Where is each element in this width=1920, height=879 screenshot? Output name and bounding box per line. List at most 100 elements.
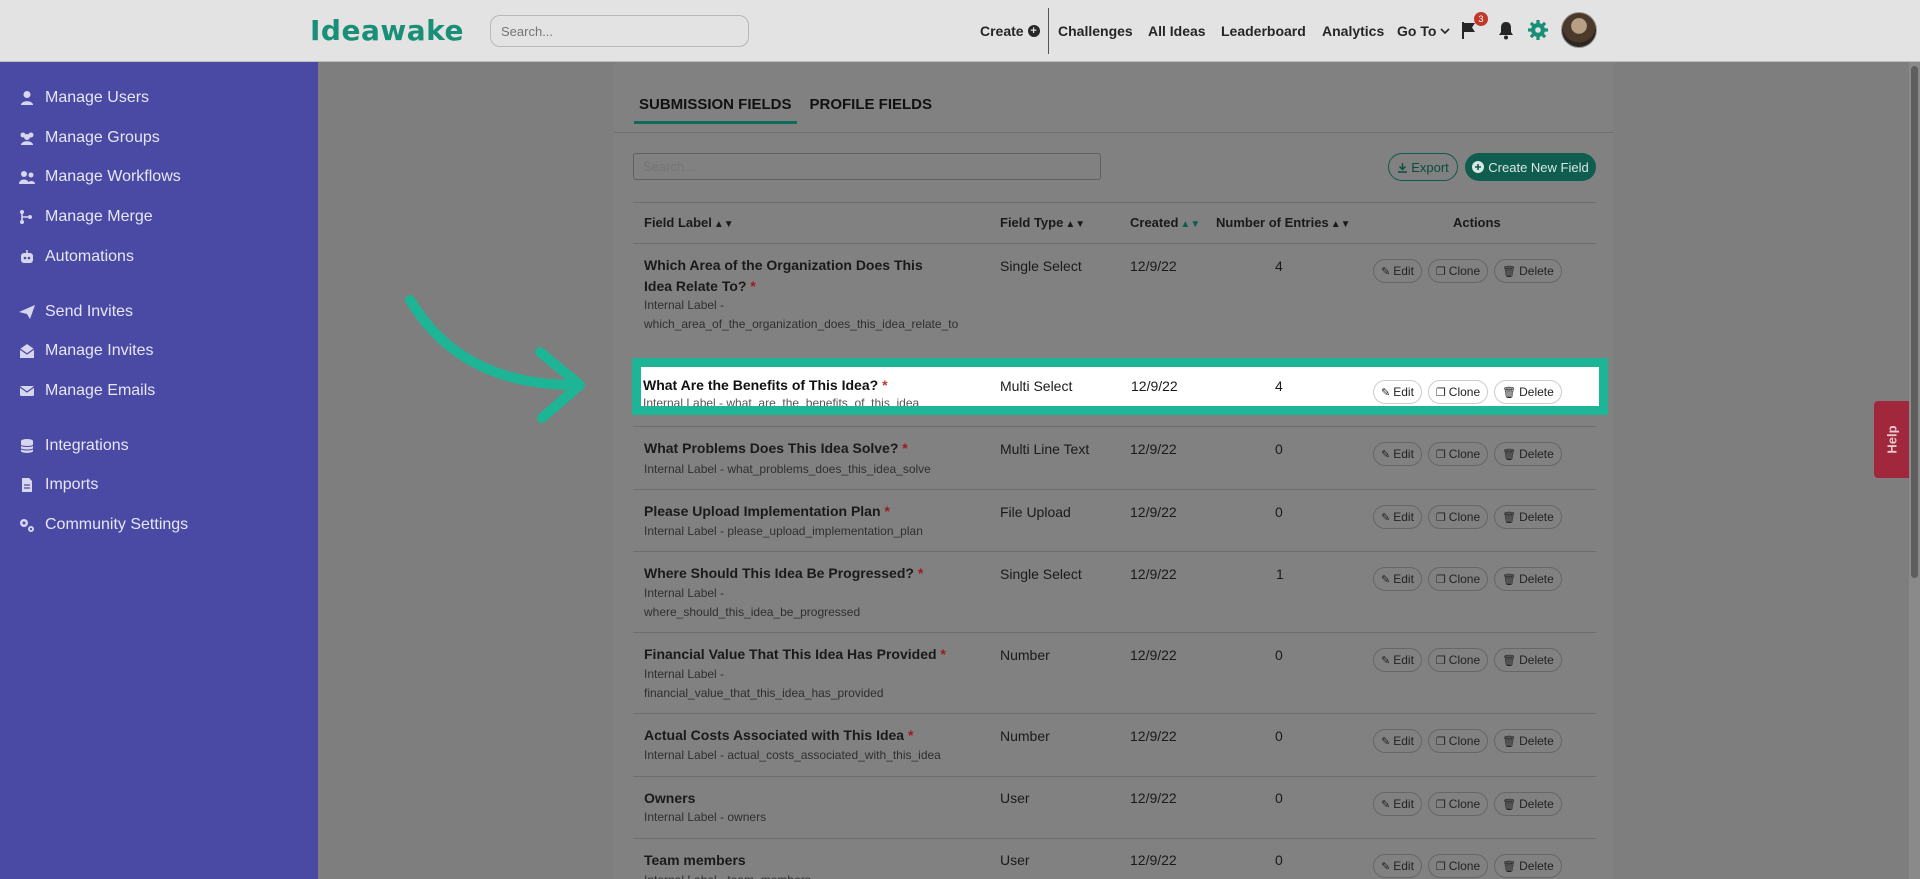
bell-icon[interactable]	[1496, 20, 1516, 40]
clone-button[interactable]: ❐ Clone	[1427, 648, 1489, 672]
sidebar-item-label: Manage Emails	[45, 382, 156, 399]
nav-go-to[interactable]: Go To	[1397, 0, 1450, 62]
edit-button[interactable]: ✎ Edit	[1373, 648, 1422, 672]
global-search-input[interactable]	[490, 15, 749, 47]
tab-submission-fields[interactable]: SUBMISSION FIELDS	[634, 88, 797, 124]
header-created[interactable]: Created ▲▼	[1130, 215, 1200, 230]
nav-all-ideas[interactable]: All Ideas	[1148, 23, 1206, 39]
help-label: Help	[1884, 425, 1900, 454]
sidebar-item-label: Manage Workflows	[45, 168, 181, 185]
sidebar-item-automations[interactable]: Automations	[18, 248, 134, 266]
nav-go-to-label: Go To	[1397, 23, 1437, 39]
download-icon	[1398, 162, 1408, 173]
header-field-label[interactable]: Field Label ▲▼	[644, 215, 734, 230]
nav-leaderboard[interactable]: Leaderboard	[1221, 23, 1306, 39]
field-type: Multi Line Text	[1000, 441, 1090, 457]
row-actions: ✎ Edit ❐ Clone 🗑 Delete	[1373, 380, 1562, 404]
field-type: Single Select	[1000, 258, 1082, 274]
edit-icon: ✎	[1381, 511, 1391, 524]
edit-button[interactable]: ✎ Edit	[1373, 259, 1422, 283]
tab-profile-fields[interactable]: PROFILE FIELDS	[805, 88, 938, 124]
copy-icon: ❐	[1435, 265, 1446, 278]
merge-icon	[20, 210, 32, 224]
sidebar-item-label: Integrations	[45, 437, 129, 454]
field-type: User	[1000, 852, 1030, 868]
help-tab[interactable]: Help	[1874, 401, 1911, 478]
create-new-field-button[interactable]: Create New Field	[1465, 153, 1596, 181]
field-created: 12/9/22	[1130, 852, 1177, 868]
edit-icon: ✎	[1381, 265, 1391, 278]
clone-button[interactable]: ❐ Clone	[1427, 854, 1489, 878]
clone-button[interactable]: ❐ Clone	[1427, 792, 1489, 816]
row-divider	[633, 426, 1596, 427]
delete-button[interactable]: 🗑 Delete	[1494, 567, 1562, 591]
delete-button[interactable]: 🗑 Delete	[1494, 442, 1562, 466]
field-created: 12/9/22	[1130, 647, 1177, 663]
row-divider	[633, 202, 1596, 203]
delete-button[interactable]: 🗑 Delete	[1494, 505, 1562, 529]
edit-button[interactable]: ✎ Edit	[1373, 729, 1422, 753]
field-title: Where Should This Idea Be Progressed? *	[644, 565, 924, 581]
scrollbar-thumb[interactable]	[1911, 66, 1918, 578]
chevron-down-icon	[1440, 28, 1450, 35]
sidebar-item-integrations[interactable]: Integrations	[18, 437, 129, 455]
field-created: 12/9/22	[1130, 790, 1177, 806]
curved-arrow-icon	[405, 295, 585, 423]
field-type: Single Select	[1000, 566, 1082, 582]
clone-button[interactable]: ❐ Clone	[1427, 729, 1489, 753]
edit-button[interactable]: ✎ Edit	[1373, 567, 1422, 591]
delete-button[interactable]: 🗑 Delete	[1494, 792, 1562, 816]
delete-button[interactable]: 🗑 Delete	[1494, 259, 1562, 283]
gear-icon[interactable]	[1527, 19, 1549, 41]
delete-button[interactable]: 🗑 Delete	[1494, 854, 1562, 878]
row-actions: ✎ Edit ❐ Clone 🗑 Delete	[1373, 854, 1562, 878]
clone-button[interactable]: ❐ Clone	[1427, 380, 1489, 404]
row-divider	[633, 838, 1596, 839]
field-search-input[interactable]	[633, 153, 1101, 180]
edit-button[interactable]: ✎ Edit	[1373, 380, 1422, 404]
sidebar-item-imports[interactable]: Imports	[18, 476, 98, 494]
edit-button[interactable]: ✎ Edit	[1373, 854, 1422, 878]
sidebar-item-label: Automations	[45, 248, 134, 265]
sidebar-item-send-invites[interactable]: Send Invites	[18, 303, 133, 321]
sidebar-item-manage-users[interactable]: Manage Users	[18, 89, 149, 107]
header-field-type[interactable]: Field Type ▲▼	[1000, 215, 1085, 230]
sidebar-item-manage-groups[interactable]: Manage Groups	[18, 129, 160, 147]
copy-icon: ❐	[1435, 386, 1446, 399]
sort-icon: ▲▼	[1330, 219, 1351, 230]
workflow-icon	[19, 171, 35, 184]
row-actions: ✎ Edit ❐ Clone 🗑 Delete	[1373, 259, 1562, 283]
nav-challenges[interactable]: Challenges	[1058, 23, 1133, 39]
field-title: What Problems Does This Idea Solve? *	[644, 440, 908, 456]
users-icon	[20, 132, 34, 145]
clone-button[interactable]: ❐ Clone	[1427, 442, 1489, 466]
nav-create[interactable]: Create +	[980, 0, 1040, 62]
copy-icon: ❐	[1435, 798, 1446, 811]
sidebar-item-label: Imports	[45, 476, 99, 493]
edit-button[interactable]: ✎ Edit	[1373, 792, 1422, 816]
edit-button[interactable]: ✎ Edit	[1373, 442, 1422, 466]
logo[interactable]: Ideawake	[310, 14, 464, 47]
row-actions: ✎ Edit ❐ Clone 🗑 Delete	[1373, 505, 1562, 529]
sidebar-item-manage-emails[interactable]: Manage Emails	[18, 382, 155, 400]
sidebar-item-manage-invites[interactable]: Manage Invites	[18, 342, 154, 360]
delete-button[interactable]: 🗑 Delete	[1494, 729, 1562, 753]
header-entries[interactable]: Number of Entries ▲▼	[1216, 215, 1350, 230]
sidebar-item-manage-merge[interactable]: Manage Merge	[18, 208, 153, 226]
robot-icon	[21, 250, 33, 263]
clone-button[interactable]: ❐ Clone	[1427, 259, 1489, 283]
nav-analytics[interactable]: Analytics	[1322, 23, 1384, 39]
clone-button[interactable]: ❐ Clone	[1427, 505, 1489, 529]
copy-icon: ❐	[1435, 448, 1446, 461]
sidebar-item-label: Community Settings	[45, 516, 189, 533]
field-title: Actual Costs Associated with This Idea *	[644, 727, 914, 743]
copy-icon: ❐	[1435, 735, 1446, 748]
edit-button[interactable]: ✎ Edit	[1373, 505, 1422, 529]
avatar[interactable]	[1561, 12, 1597, 48]
sidebar-item-manage-workflows[interactable]: Manage Workflows	[18, 168, 181, 186]
delete-button[interactable]: 🗑 Delete	[1494, 380, 1562, 404]
sidebar-item-community-settings[interactable]: Community Settings	[18, 516, 188, 534]
delete-button[interactable]: 🗑 Delete	[1494, 648, 1562, 672]
clone-button[interactable]: ❐ Clone	[1427, 567, 1489, 591]
export-button[interactable]: Export	[1388, 153, 1458, 181]
